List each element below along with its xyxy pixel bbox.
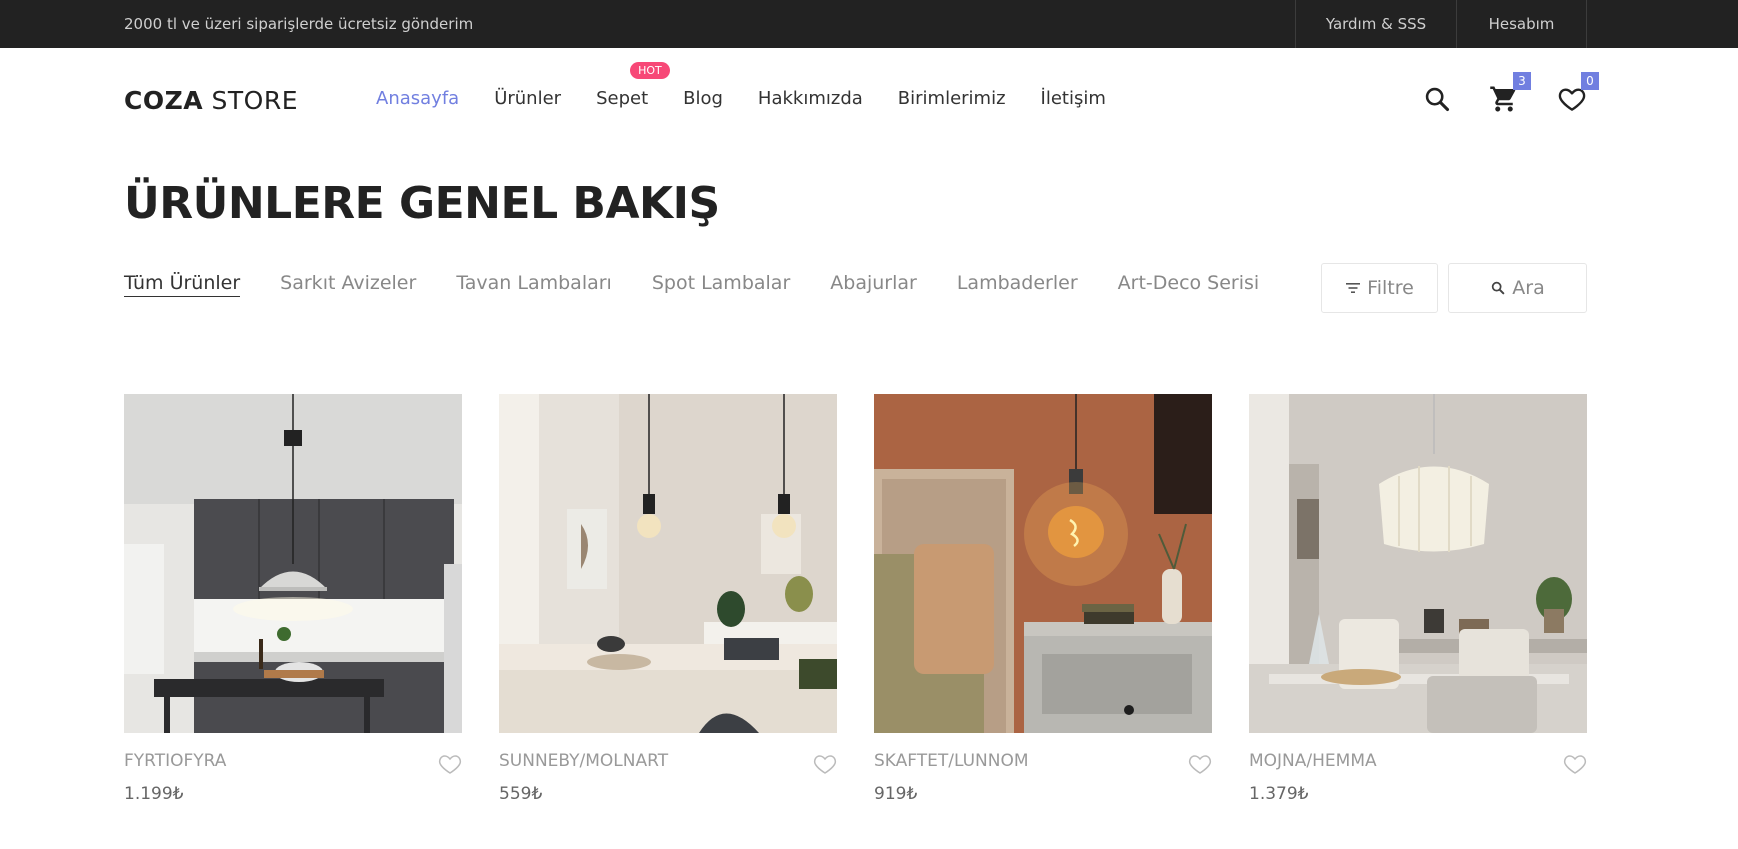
- product-price: 559₺: [499, 784, 543, 804]
- nav-item-about[interactable]: Hakkımızda: [758, 88, 863, 109]
- nav-item-cart-label: Sepet: [596, 88, 649, 109]
- help-faq-link[interactable]: Yardım & SSS: [1295, 0, 1456, 48]
- search-icon: [1425, 87, 1450, 112]
- nav-item-blog[interactable]: Blog: [683, 88, 723, 109]
- product-image[interactable]: [1249, 394, 1587, 733]
- filter-art-deco[interactable]: Art-Deco Serisi: [1118, 272, 1260, 297]
- page-title: ÜRÜNLERE GENEL BAKIŞ: [124, 178, 720, 229]
- product-name[interactable]: SKAFTET/LUNNOM: [874, 751, 1212, 771]
- logo[interactable]: COZA STORE: [124, 86, 298, 115]
- product-photo-kitchen: [124, 394, 462, 733]
- wishlist-heart-icon[interactable]: [1188, 753, 1212, 775]
- filter-spot[interactable]: Spot Lambalar: [652, 272, 790, 297]
- main-header: COZA STORE Anasayfa Ürünler Sepet HOT Bl…: [0, 48, 1738, 152]
- wishlist-heart-icon[interactable]: [438, 753, 462, 775]
- nav-item-products[interactable]: Ürünler: [494, 88, 561, 109]
- search-button[interactable]: [1383, 82, 1451, 116]
- product-photo-bedroom: [874, 394, 1212, 733]
- filter-ceiling[interactable]: Tavan Lambaları: [456, 272, 612, 297]
- filter-icon: [1346, 283, 1361, 293]
- product-photo-lampshade: [1249, 394, 1587, 733]
- filter-all-products[interactable]: Tüm Ürünler: [124, 272, 241, 297]
- product-name[interactable]: FYRTIOFYRA: [124, 751, 462, 771]
- product-name[interactable]: MOJNA/HEMMA: [1249, 751, 1587, 771]
- top-bar-links: Yardım & SSS Hesabım: [1295, 0, 1587, 48]
- product-photo-dining: [499, 394, 837, 733]
- product-grid: FYRTIOFYRA 1.199₺ SUNNEBY/MOLNART 559₺ S…: [124, 394, 1587, 811]
- product-image[interactable]: [499, 394, 837, 733]
- product-image[interactable]: [874, 394, 1212, 733]
- product-price: 1.379₺: [1249, 784, 1309, 804]
- logo-bold: COZA: [124, 86, 204, 115]
- header-icons: 3 0: [1383, 72, 1599, 116]
- wishlist-heart-icon[interactable]: [1563, 753, 1587, 775]
- wishlist-heart-icon[interactable]: [813, 753, 837, 775]
- nav-item-cart[interactable]: Sepet HOT: [596, 62, 670, 109]
- product-card[interactable]: MOJNA/HEMMA 1.379₺: [1249, 394, 1587, 811]
- top-bar: 2000 tl ve üzeri siparişlerde ücretsiz g…: [0, 0, 1738, 48]
- search-toggle-button[interactable]: Ara: [1448, 263, 1587, 313]
- product-price: 919₺: [874, 784, 918, 804]
- nav-item-contact[interactable]: İletişim: [1041, 88, 1106, 109]
- nav-item-branches[interactable]: Birimlerimiz: [898, 88, 1006, 109]
- wishlist-count-badge: 0: [1581, 72, 1599, 90]
- my-account-link[interactable]: Hesabım: [1456, 0, 1587, 48]
- main-nav: Anasayfa Ürünler Sepet HOT Blog Hakkımız…: [376, 62, 1141, 109]
- product-name[interactable]: SUNNEBY/MOLNART: [499, 751, 837, 771]
- logo-light: STORE: [211, 86, 299, 115]
- product-card[interactable]: FYRTIOFYRA 1.199₺: [124, 394, 462, 811]
- product-card[interactable]: SKAFTET/LUNNOM 919₺: [874, 394, 1212, 811]
- filter-actions: Filtre Ara: [1321, 263, 1587, 313]
- product-image[interactable]: [124, 394, 462, 733]
- wishlist-button[interactable]: 0: [1519, 72, 1599, 116]
- filter-lampshades[interactable]: Abajurlar: [830, 272, 917, 297]
- filter-floor-lamps[interactable]: Lambaderler: [957, 272, 1078, 297]
- product-price: 1.199₺: [124, 784, 184, 804]
- cart-button[interactable]: 3: [1451, 72, 1531, 116]
- filter-button[interactable]: Filtre: [1321, 263, 1438, 313]
- search-button-label: Ara: [1512, 277, 1545, 299]
- nav-item-home[interactable]: Anasayfa: [376, 88, 459, 109]
- filter-button-label: Filtre: [1367, 277, 1414, 299]
- filter-pendant[interactable]: Sarkıt Avizeler: [280, 272, 416, 297]
- product-card[interactable]: SUNNEBY/MOLNART 559₺: [499, 394, 837, 811]
- free-shipping-notice: 2000 tl ve üzeri siparişlerde ücretsiz g…: [124, 15, 474, 33]
- hot-badge: HOT: [630, 62, 670, 79]
- search-icon: [1492, 281, 1505, 295]
- category-filters: Tüm Ürünler Sarkıt Avizeler Tavan Lambal…: [124, 272, 1299, 297]
